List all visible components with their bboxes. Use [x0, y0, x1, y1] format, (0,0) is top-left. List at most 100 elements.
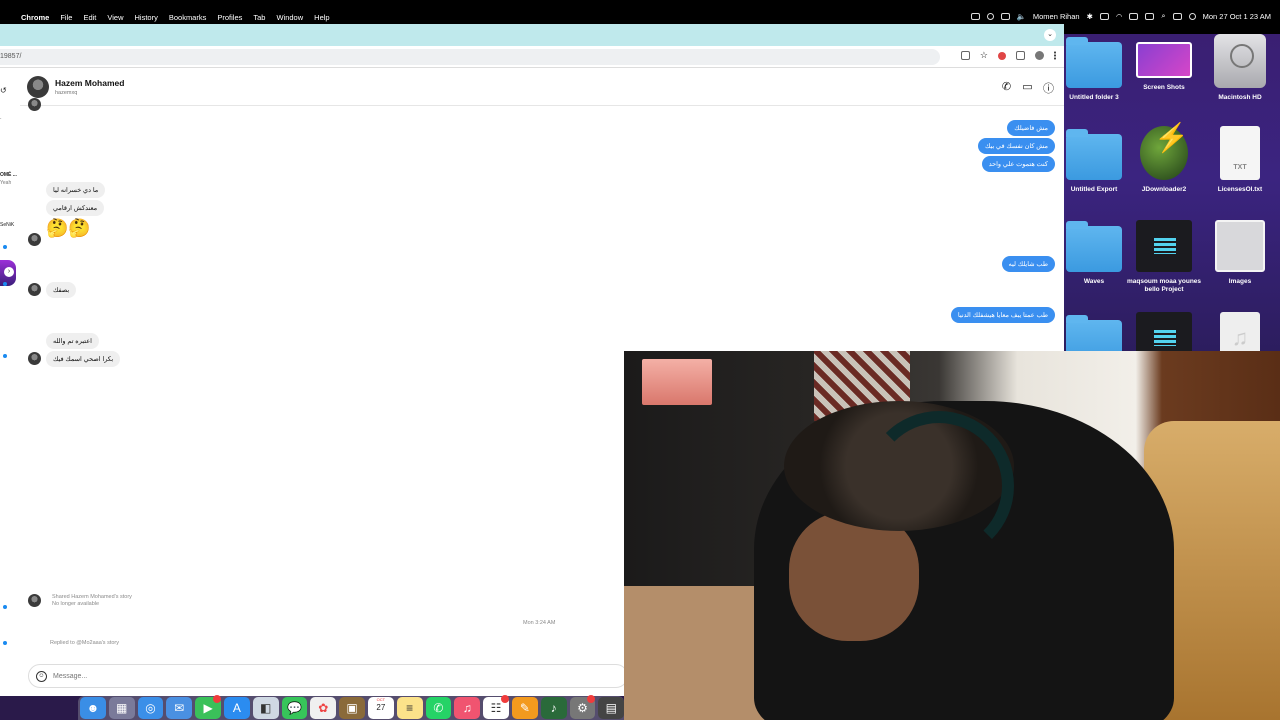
menu-file[interactable]: File — [60, 13, 72, 22]
finder-icon[interactable]: ☻ — [80, 697, 106, 719]
menu-profiles[interactable]: Profiles — [217, 13, 242, 22]
menu-help[interactable]: Help — [314, 13, 329, 22]
incoming-message: بصفك — [46, 282, 77, 298]
spotlight-icon[interactable]: ⌕ — [1161, 11, 1165, 21]
control-center-icon[interactable] — [1172, 12, 1182, 20]
menu-bookmarks[interactable]: Bookmarks — [169, 13, 207, 22]
nav-icon[interactable]: ↺ — [0, 86, 7, 95]
incoming-message: بكرا اصحي اسمك فيك — [46, 351, 121, 367]
whatsapp-icon[interactable]: ✆ — [425, 697, 452, 719]
preview-icon[interactable]: ◧ — [252, 697, 279, 719]
screenshots-folder-icon — [1136, 42, 1192, 78]
recording-extension-icon[interactable] — [998, 51, 1006, 60]
sender-avatar — [28, 352, 41, 365]
photos-icon[interactable]: ✿ — [310, 697, 337, 719]
menu-window[interactable]: Window — [276, 13, 303, 22]
notes-icon[interactable]: ≡ — [396, 697, 423, 719]
app-store-icon[interactable]: A — [223, 697, 250, 719]
battery-icon[interactable] — [1099, 12, 1109, 20]
outgoing-message: مش فاضيلك — [1007, 120, 1055, 136]
sender-avatar — [28, 233, 41, 246]
lamp-shade — [642, 359, 712, 405]
bookmark-star-icon[interactable]: ☆ — [980, 51, 988, 60]
desktop-project-partial[interactable] — [1124, 312, 1204, 352]
desktop-item-maqsoum-project[interactable]: maqsoum moaa younes bello Project — [1124, 220, 1204, 294]
wifi-icon[interactable]: ◠ — [1116, 12, 1123, 21]
menu-view[interactable]: View — [107, 13, 123, 22]
mail-icon[interactable]: ✉ — [166, 697, 193, 719]
desktop-item-macintosh-hd[interactable]: Macintosh HD — [1200, 34, 1280, 102]
contact-handle: hazemxq — [55, 90, 78, 96]
volume-icon[interactable]: 🔈 — [1017, 12, 1026, 21]
menu-tab[interactable]: Tab — [253, 13, 265, 22]
sidebar-fragment[interactable]: OMÉ ... — [0, 172, 17, 178]
inbox-sidebar: ↺ · OMÉ ... Yeah › SeNiK — [0, 68, 20, 696]
messages-icon[interactable]: 💬 — [281, 697, 308, 719]
jdownloader-icon — [1140, 126, 1189, 180]
more-menu-icon[interactable] — [1054, 51, 1056, 60]
phone-call-icon[interactable]: ✆ — [1001, 80, 1012, 96]
message-input[interactable] — [53, 670, 613, 683]
menu-datetime[interactable]: Mon 27 Oct 1 23 AM — [1203, 12, 1271, 21]
focus-icon[interactable] — [986, 12, 994, 20]
outgoing-message: كنت هتموت علي واحد — [981, 156, 1055, 172]
incoming-message: اعتبره تم والله — [46, 333, 99, 349]
tab-search-chevron-icon[interactable]: ⌄ — [1044, 29, 1056, 41]
outgoing-message: طب عمتا يبف معايا هيشفلك الدنيا — [950, 307, 1055, 323]
video-call-icon[interactable]: ▭ — [1022, 80, 1033, 96]
launchpad-icon[interactable]: ▦ — [108, 697, 135, 719]
notification-badge — [212, 695, 221, 703]
sender-avatar — [28, 594, 41, 607]
story-unavailable-label: No longer available — [52, 601, 100, 607]
logic-icon[interactable]: ♪ — [540, 697, 567, 719]
replied-to-label: Replied to @Mo2aaa's story — [50, 640, 119, 646]
desktop-item-screen-shots[interactable]: Screen Shots — [1124, 42, 1204, 92]
desktop-music-partial[interactable]: ♫ — [1200, 312, 1280, 352]
address-bar[interactable]: 19857/ — [0, 49, 940, 65]
emoji-picker-icon[interactable]: ☺ — [36, 671, 47, 682]
info-icon[interactable]: ⓘ — [1043, 80, 1054, 96]
dock: ☻ ▦ ◎ ✉ ▶ A ◧ 💬 ✿ ▣ OCT 27 ≡ ✆ ♫ ☷ ✎ ♪ ⚙… — [78, 695, 625, 720]
calendar-icon[interactable]: OCT 27 — [367, 697, 394, 719]
status-icon[interactable] — [970, 12, 980, 20]
unread-dot — [3, 245, 7, 249]
webcam-overlay — [624, 351, 1280, 720]
next-arrow-icon[interactable]: › — [4, 267, 14, 277]
extensions-icon[interactable] — [1016, 51, 1025, 60]
install-app-icon[interactable] — [960, 51, 970, 60]
user-icon[interactable] — [1145, 12, 1155, 20]
text-input-icon[interactable] — [1129, 12, 1139, 20]
desktop-item-images[interactable]: Images — [1200, 220, 1280, 286]
display-icon[interactable] — [1000, 12, 1010, 20]
sender-avatar — [28, 98, 41, 111]
images-folder-icon — [1215, 220, 1265, 272]
music-icon[interactable]: ♫ — [454, 697, 481, 719]
tab-bar: ⌄ — [0, 24, 1064, 46]
bluetooth-icon[interactable]: ✱ — [1087, 12, 1093, 21]
nav-dot: · — [0, 116, 2, 122]
safari-icon[interactable]: ◎ — [137, 697, 164, 719]
pages-icon[interactable]: ✎ — [511, 697, 538, 719]
menu-history[interactable]: History — [135, 13, 158, 22]
menu-edit[interactable]: Edit — [83, 13, 96, 22]
story-shared-label[interactable]: Shared Hazem Mohamed's story — [52, 594, 132, 600]
menu-user-name[interactable]: Momen Rihan — [1033, 12, 1080, 21]
siri-icon[interactable] — [1188, 12, 1196, 20]
facetime-icon[interactable]: ▶ — [195, 695, 221, 719]
system-settings-icon[interactable]: ⚙ — [569, 695, 596, 719]
desktop-item-label: LicensesOl.txt — [1217, 186, 1263, 193]
screen-recorder-icon[interactable]: ▤ — [598, 697, 625, 719]
project-file-icon — [1136, 220, 1192, 272]
profile-avatar-icon[interactable] — [1035, 51, 1044, 60]
desktop-item-licenses-txt[interactable]: TXT LicensesOl.txt — [1200, 126, 1280, 194]
contact-name[interactable]: Hazem Mohamed — [55, 78, 124, 88]
menu-app-name[interactable]: Chrome — [21, 13, 49, 22]
archive-icon[interactable]: ▣ — [339, 697, 365, 719]
calendar-day: 27 — [376, 703, 386, 712]
desktop-item-label: JDownloader2 — [1141, 186, 1187, 193]
sidebar-fragment[interactable]: SeNiK — [0, 222, 14, 228]
folder-icon — [1066, 37, 1122, 88]
desktop-item-jdownloader[interactable]: JDownloader2 — [1124, 126, 1204, 194]
contact-avatar[interactable] — [27, 76, 49, 98]
reminders-icon[interactable]: ☷ — [483, 695, 509, 719]
